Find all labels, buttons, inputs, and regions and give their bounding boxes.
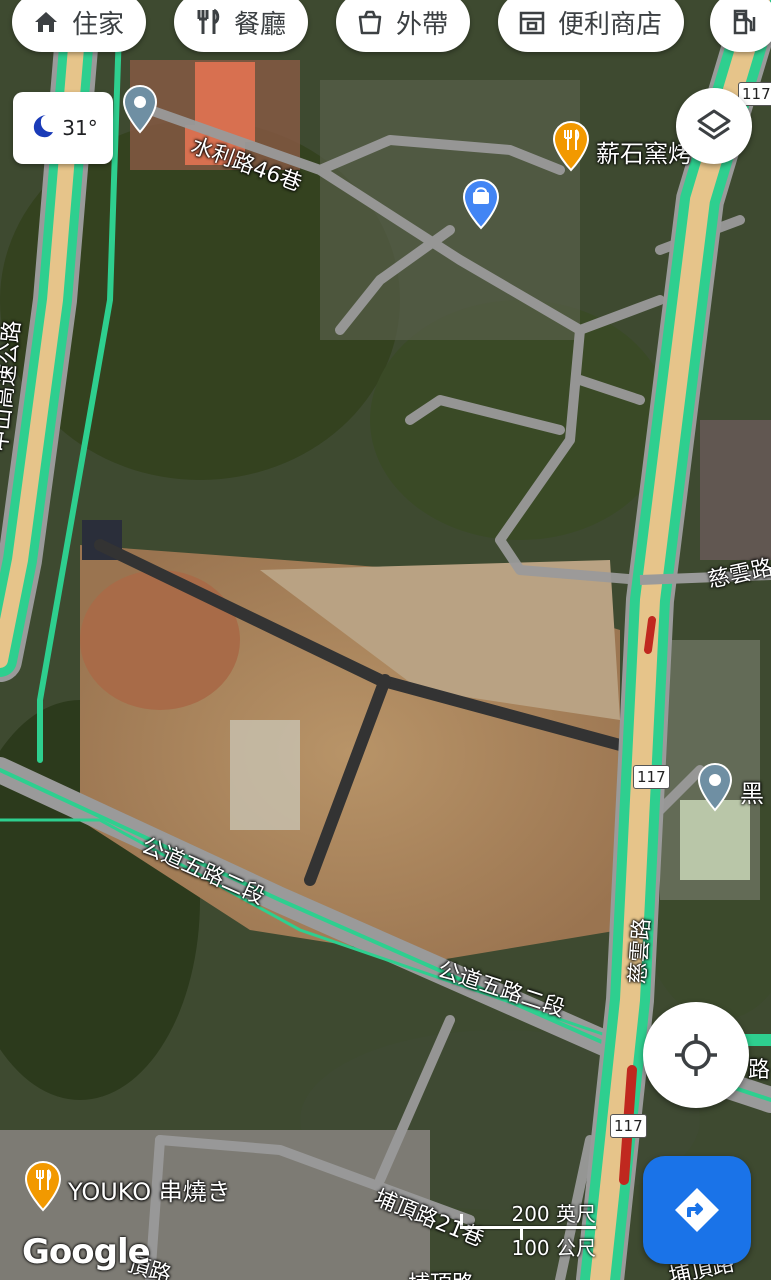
scale-metric: 100 公尺	[511, 1236, 596, 1260]
road-label-right-edge: 路	[748, 1058, 771, 1083]
poi-label-youko[interactable]: YOUKO 串燒き	[68, 1172, 231, 1207]
my-location-button[interactable]	[643, 1002, 749, 1108]
temperature-label: 31°	[62, 116, 98, 140]
road-label-ciyun-main: 慈雲路	[625, 917, 656, 985]
chip-restaurants-label: 餐廳	[234, 9, 287, 40]
chip-convenience-store[interactable]: 便利商店	[498, 0, 685, 52]
weather-chip[interactable]: 31°	[13, 92, 113, 164]
moon-icon	[28, 112, 56, 145]
route-shield: 117	[633, 765, 670, 789]
layers-icon	[697, 109, 731, 140]
layers-button[interactable]	[676, 88, 752, 164]
directions-button[interactable]	[643, 1156, 751, 1264]
scale-bar: 200 英尺 100 公尺	[460, 1198, 600, 1260]
convenience-store-icon	[518, 8, 546, 36]
google-logo: Google	[22, 1232, 151, 1272]
gas-station-icon	[730, 8, 758, 36]
restaurant-pin-icon[interactable]	[552, 120, 590, 172]
chip-takeout[interactable]: 外帶	[336, 0, 471, 52]
restaurant-icon	[194, 8, 222, 36]
restaurant-pin-icon[interactable]	[24, 1160, 62, 1212]
scale-line	[460, 1226, 596, 1229]
chip-gas-station[interactable]	[710, 0, 771, 52]
shopping-bag-pin-icon[interactable]	[462, 178, 500, 230]
road-label-bottom-mid: 埔頂路	[408, 1266, 474, 1280]
takeout-icon	[356, 8, 384, 36]
chip-takeout-label: 外帶	[396, 9, 449, 40]
chip-convenience-store-label: 便利商店	[558, 9, 663, 40]
chip-restaurants[interactable]: 餐廳	[174, 0, 309, 52]
chip-home-label: 住家	[72, 9, 125, 40]
poi-label-hei[interactable]: 黑	[740, 774, 764, 809]
map-pin-icon[interactable]	[122, 84, 158, 134]
route-shield: 117	[610, 1114, 647, 1138]
directions-icon	[675, 1188, 719, 1232]
chip-home[interactable]: 住家	[12, 0, 147, 52]
scale-imperial: 200 英尺	[511, 1202, 596, 1226]
map-pin-icon[interactable]	[697, 762, 733, 812]
crosshair-icon	[675, 1034, 717, 1076]
home-icon	[32, 8, 60, 36]
